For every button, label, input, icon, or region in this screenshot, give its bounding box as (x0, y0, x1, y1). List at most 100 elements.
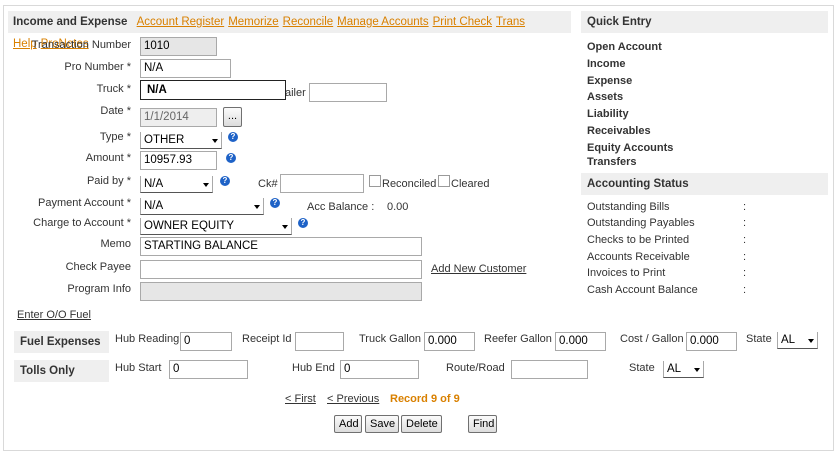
hub-reading-label: Hub Reading (115, 333, 180, 345)
receipt-id-label: Receipt Id (242, 333, 292, 345)
trailer-label: ailer (285, 87, 306, 99)
status-separator: : (743, 234, 747, 246)
link-account-register[interactable]: Account Register (137, 16, 225, 28)
tolls-state-label: State (629, 362, 655, 374)
quick-entry-income[interactable]: Income (587, 58, 626, 70)
reconciled-label: Reconciled (382, 178, 437, 190)
truck-autocomplete-input[interactable]: N/A (140, 80, 286, 100)
truck-label: Truck * (96, 83, 131, 95)
cleared-checkbox[interactable] (438, 175, 450, 187)
save-button[interactable]: Save (365, 415, 399, 433)
transaction-number-label: Transaction Number (31, 39, 131, 51)
find-button[interactable]: Find (468, 415, 497, 433)
amount-input[interactable]: 10957.93 (140, 151, 217, 170)
chevron-down-icon (203, 183, 209, 187)
trailer-input[interactable] (309, 83, 387, 102)
link-manage-accounts[interactable]: Manage Accounts (337, 16, 428, 28)
pager-previous-link[interactable]: < Previous (327, 393, 379, 405)
status-separator: : (743, 201, 747, 213)
hub-start-label: Hub Start (115, 362, 162, 374)
link-memorize[interactable]: Memorize (228, 16, 278, 28)
acc-balance-label: Acc Balance : (307, 201, 375, 213)
program-info-label: Program Info (67, 283, 131, 295)
hub-end-input[interactable]: 0 (340, 360, 419, 379)
fuel-expenses-header: Fuel Expenses (14, 331, 109, 353)
tolls-state-select-value: AL (667, 363, 682, 375)
cost-per-gallon-label: Cost / Gallon (620, 333, 684, 345)
add-new-customer-link[interactable]: Add New Customer (431, 263, 526, 275)
payment-account-select[interactable]: N/A (140, 198, 264, 215)
quick-entry-receivables[interactable]: Receivables (587, 125, 651, 137)
date-label: Date * (100, 105, 131, 117)
fuel-state-label: State (746, 333, 772, 345)
type-select[interactable]: OTHER (140, 132, 222, 149)
income-expense-header: Income and Expense Account Register Memor… (8, 11, 571, 50)
status-separator: : (743, 284, 747, 296)
check-payee-input[interactable] (140, 260, 422, 279)
status-separator: : (743, 251, 747, 263)
amount-label: Amount * (85, 152, 131, 164)
quick-entry-assets[interactable]: Assets (587, 91, 623, 103)
quick-entry-open-account[interactable]: Open Account (587, 41, 662, 53)
charge-to-account-select[interactable]: OWNER EQUITY (140, 218, 292, 235)
quick-entry-expense[interactable]: Expense (587, 75, 632, 87)
add-button[interactable]: Add (334, 415, 362, 433)
chevron-down-icon (808, 339, 814, 343)
cost-per-gallon-input[interactable]: 0.000 (686, 332, 737, 351)
charge-to-account-select-value: OWNER EQUITY (144, 220, 235, 232)
accounting-status-header: Accounting Status (581, 173, 828, 195)
reconciled-checkbox[interactable] (369, 175, 381, 187)
hub-start-input[interactable]: 0 (169, 360, 248, 379)
payment-account-help-icon[interactable]: ? (270, 198, 280, 208)
paid-by-select[interactable]: N/A (140, 176, 213, 193)
chevron-down-icon (282, 225, 288, 229)
program-info-field (140, 282, 422, 301)
quick-entry-liability[interactable]: Liability (587, 108, 629, 120)
route-road-input[interactable] (511, 360, 588, 379)
truck-gallon-label: Truck Gallon (359, 333, 421, 345)
chevron-down-icon (254, 205, 260, 209)
reefer-gallon-label: Reefer Gallon (484, 333, 552, 345)
page-title: Income and Expense (13, 16, 128, 28)
check-number-label: Ck# (258, 178, 278, 190)
pro-number-label: Pro Number * (64, 61, 131, 73)
truck-gallon-input[interactable]: 0.000 (424, 332, 475, 351)
link-print-check[interactable]: Print Check (433, 16, 492, 28)
type-label: Type * (99, 131, 131, 143)
route-road-label: Route/Road (446, 362, 505, 374)
link-reconcile[interactable]: Reconcile (283, 16, 334, 28)
record-counter: Record 9 of 9 (390, 393, 460, 405)
charge-to-account-label: Charge to Account * (33, 217, 131, 229)
type-select-value: OTHER (144, 134, 185, 146)
date-input[interactable]: 1/1/2014 (140, 108, 217, 127)
status-separator: : (743, 267, 747, 279)
status-cash-account-balance: Cash Account Balance (587, 284, 698, 296)
status-accounts-receivable: Accounts Receivable (587, 251, 690, 263)
enter-oo-fuel-link[interactable]: Enter O/O Fuel (17, 309, 91, 321)
status-outstanding-payables: Outstanding Payables (587, 217, 695, 229)
status-separator: : (743, 217, 747, 229)
payment-account-select-value: N/A (144, 200, 164, 212)
tolls-state-select[interactable]: AL (663, 361, 704, 378)
delete-button[interactable]: Delete (401, 415, 442, 433)
check-payee-label: Check Payee (65, 261, 131, 273)
cleared-label: Cleared (451, 178, 490, 190)
charge-to-account-help-icon[interactable]: ? (298, 218, 308, 228)
memo-input[interactable]: STARTING BALANCE (140, 237, 422, 256)
hub-end-label: Hub End (292, 362, 335, 374)
type-help-icon[interactable]: ? (228, 132, 238, 142)
paid-by-help-icon[interactable]: ? (220, 176, 230, 186)
pro-number-input[interactable]: N/A (140, 59, 231, 78)
fuel-state-select[interactable]: AL (777, 332, 818, 349)
quick-entry-transfers[interactable]: Transfers (587, 156, 637, 168)
quick-entry-header: Quick Entry (581, 11, 828, 33)
status-outstanding-bills: Outstanding Bills (587, 201, 670, 213)
receipt-id-input[interactable] (295, 332, 344, 351)
date-picker-button[interactable]: ... (223, 107, 242, 127)
hub-reading-input[interactable]: 0 (180, 332, 232, 351)
amount-help-icon[interactable]: ? (226, 153, 236, 163)
check-number-input[interactable] (280, 174, 364, 193)
reefer-gallon-input[interactable]: 0.000 (555, 332, 606, 351)
pager-first-link[interactable]: < First (285, 393, 316, 405)
quick-entry-equity-accounts[interactable]: Equity Accounts (587, 142, 673, 154)
